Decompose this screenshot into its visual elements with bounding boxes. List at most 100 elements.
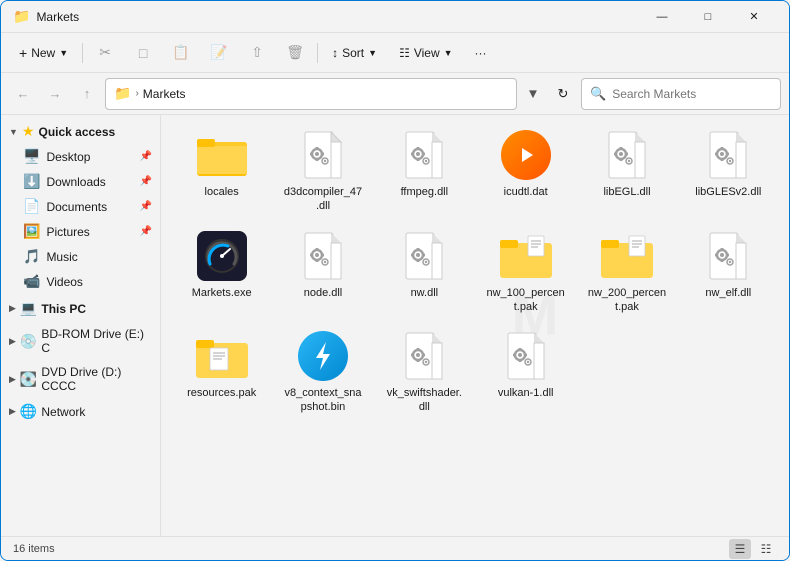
status-view-controls: ☰ ☷ — [729, 539, 777, 559]
pin-icon-3: 📌 — [140, 201, 152, 212]
sidebar-section-thispc: ▶ 💻 This PC — [1, 296, 160, 321]
close-button[interactable]: ✕ — [731, 1, 777, 33]
copy-button[interactable]: □ — [125, 37, 161, 69]
sidebar-videos-label: Videos — [46, 275, 152, 289]
grid-view-button[interactable]: ☷ — [755, 539, 777, 559]
ffmpeg-icon — [404, 130, 444, 180]
resources-icon-wrap — [196, 330, 248, 382]
file-item-node[interactable]: node.dll — [274, 224, 371, 321]
search-input[interactable] — [612, 87, 772, 101]
view-label: View — [414, 46, 440, 60]
new-button[interactable]: + New ▼ — [9, 37, 78, 69]
file-item-vkswiftshader[interactable]: vk_swiftshader.dll — [376, 324, 473, 421]
file-item-vulkan[interactable]: vulkan-1.dll — [477, 324, 574, 421]
toolbar-separator-2 — [317, 43, 318, 63]
network-chevron-icon: ▶ — [9, 406, 16, 417]
vulkan-icon-wrap — [500, 330, 552, 382]
file-label: locales — [205, 185, 239, 199]
nw100-icon-wrap — [500, 230, 552, 282]
sidebar-documents-label: Documents — [46, 200, 133, 214]
exe-bg — [197, 231, 247, 281]
share-button[interactable]: ⇧ — [239, 37, 275, 69]
refresh-button[interactable]: ↻ — [549, 80, 577, 108]
file-item-nw100[interactable]: nw_100_percent.pak — [477, 224, 574, 321]
sidebar-item-desktop[interactable]: 🖥️ Desktop 📌 — [1, 144, 160, 169]
resources-icon — [196, 334, 248, 378]
pak-icon — [500, 234, 552, 278]
sidebar-quickaccess-header[interactable]: ▼ ★ Quick access — [1, 119, 160, 144]
more-button[interactable]: ··· — [465, 37, 497, 69]
file-item-d3dcompiler[interactable]: d3dcompiler_47.dll — [274, 123, 371, 220]
file-item-libglesv2[interactable]: libGLESv2.dll — [680, 123, 777, 220]
sidebar-item-dvd[interactable]: ▶ 💽 DVD Drive (D:) CCCC — [1, 361, 160, 397]
libglesv2-icon — [708, 130, 748, 180]
sort-button[interactable]: ↕ Sort ▼ — [322, 37, 387, 69]
sidebar-item-pictures[interactable]: 🖼️ Pictures 📌 — [1, 219, 160, 244]
pak200-icon — [601, 234, 653, 278]
sidebar-music-label: Music — [46, 250, 152, 264]
file-item-ffmpeg[interactable]: ffmpeg.dll — [376, 123, 473, 220]
paste-button[interactable]: 📋 — [163, 37, 199, 69]
network-icon: 🌐 — [20, 403, 37, 420]
address-dropdown-button[interactable]: ▼ — [521, 80, 545, 108]
file-area: M locales — [161, 115, 789, 536]
path-folder-icon: 📁 — [114, 85, 131, 102]
media-circle-icon — [501, 130, 551, 180]
file-item-icudtl[interactable]: icudtl.dat — [477, 123, 574, 220]
file-item-marketsexe[interactable]: Markets.exe — [173, 224, 270, 321]
sidebar-network-label: Network — [41, 405, 152, 419]
sidebar-item-documents[interactable]: 📄 Documents 📌 — [1, 194, 160, 219]
sort-chevron-icon: ▼ — [368, 48, 377, 58]
sidebar-thispc-header[interactable]: ▶ 💻 This PC — [1, 296, 160, 321]
folder-icon-wrap — [196, 129, 248, 181]
sidebar-downloads-label: Downloads — [46, 175, 133, 189]
main-content: ▼ ★ Quick access 🖥️ Desktop 📌 ⬇️ Downloa… — [1, 115, 789, 536]
file-item-nw200[interactable]: nw_200_percent.pak — [578, 224, 675, 321]
forward-button[interactable]: → — [41, 80, 69, 108]
back-button[interactable]: ← — [9, 80, 37, 108]
more-label: ··· — [475, 46, 487, 60]
file-item-resources[interactable]: resources.pak — [173, 324, 270, 421]
sidebar-item-videos[interactable]: 📹 Videos — [1, 269, 160, 294]
file-label-vulkan: vulkan-1.dll — [498, 386, 554, 400]
node-icon — [303, 231, 343, 281]
vkswiftshader-icon — [404, 331, 444, 381]
sidebar-pictures-label: Pictures — [46, 225, 133, 239]
path-arrow: › — [135, 88, 138, 99]
file-label-libegl: libEGL.dll — [603, 185, 650, 199]
plus-icon: + — [19, 45, 27, 61]
view-button[interactable]: ☷ View ▼ — [389, 37, 462, 69]
list-view-button[interactable]: ☰ — [729, 539, 751, 559]
sidebar-item-bdrom[interactable]: ▶ 💿 BD-ROM Drive (E:) C — [1, 323, 160, 359]
sidebar-item-music[interactable]: 🎵 Music — [1, 244, 160, 269]
maximize-button[interactable]: □ — [685, 1, 731, 33]
up-button[interactable]: ↑ — [73, 80, 101, 108]
file-label-icudtl: icudtl.dat — [504, 185, 548, 199]
sidebar-dvd-label: DVD Drive (D:) CCCC — [41, 365, 152, 393]
file-item-nwelf[interactable]: nw_elf.dll — [680, 224, 777, 321]
file-label-nw: nw.dll — [411, 286, 439, 300]
file-item-nw[interactable]: nw.dll — [376, 224, 473, 321]
status-bar: 16 items ☰ ☷ — [1, 536, 789, 560]
file-item-locales[interactable]: locales — [173, 123, 270, 220]
file-label-marketsexe: Markets.exe — [192, 286, 252, 300]
delete-button[interactable]: 🗑 — [277, 37, 313, 69]
rename-button[interactable]: 📝 — [201, 37, 237, 69]
file-label-d3d: d3dcompiler_47.dll — [283, 185, 363, 214]
search-box: 🔍 — [581, 78, 781, 110]
thispc-chevron-icon: ▶ — [9, 303, 16, 314]
file-item-libegl[interactable]: libEGL.dll — [578, 123, 675, 220]
nwelf-icon-wrap — [702, 230, 754, 282]
file-item-v8context[interactable]: v8_context_snapshot.bin — [274, 324, 371, 421]
address-path[interactable]: 📁 › Markets — [105, 78, 517, 110]
minimize-button[interactable]: — — [639, 1, 685, 33]
desktop-icon: 🖥️ — [23, 148, 40, 165]
sidebar-item-network[interactable]: ▶ 🌐 Network — [1, 399, 160, 424]
toolbar: + New ▼ ✂ □ 📋 📝 ⇧ 🗑 ↕ Sort ▼ ☷ View ▼ ··… — [1, 33, 789, 73]
status-count: 16 items — [13, 543, 55, 555]
sidebar-item-downloads[interactable]: ⬇️ Downloads 📌 — [1, 169, 160, 194]
cut-button[interactable]: ✂ — [87, 37, 123, 69]
nw-icon-wrap — [398, 230, 450, 282]
dll-icon — [303, 130, 343, 180]
dll-icon-wrap — [297, 129, 349, 181]
